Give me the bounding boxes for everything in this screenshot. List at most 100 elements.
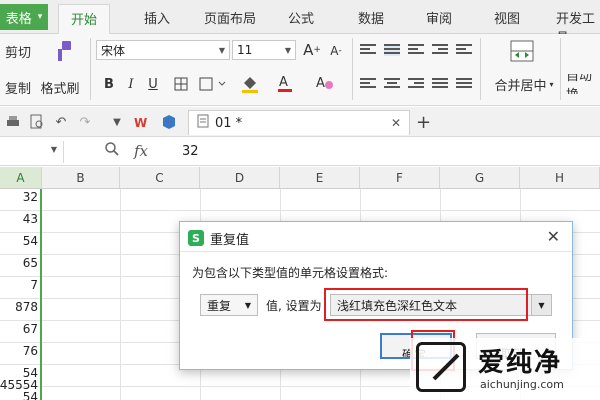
bold-button[interactable]: B xyxy=(100,74,118,94)
decrease-font-button[interactable]: A- xyxy=(326,42,346,60)
column-header-h[interactable]: H xyxy=(520,167,600,189)
format-painter-icon xyxy=(52,38,76,64)
dialog-description: 为包含以下类型值的单元格设置格式: xyxy=(192,266,389,280)
column-header-f[interactable]: F xyxy=(360,167,440,189)
chevron-down-icon: ▾ xyxy=(37,12,43,22)
document-tab-title: 01 * xyxy=(215,115,243,131)
app-menu-label: 表格 xyxy=(5,11,32,27)
fill-color-icon[interactable] xyxy=(238,72,268,94)
undo-icon[interactable]: ↶ xyxy=(52,113,70,131)
column-header-b[interactable]: B xyxy=(42,167,120,189)
quick-access-toolbar: ↶ ↷ ▼ W 01 * ✕ + xyxy=(0,107,600,137)
tab-formulas[interactable]: 公式 xyxy=(288,8,314,27)
function-icon[interactable]: fx xyxy=(134,142,148,160)
align-center-icon[interactable] xyxy=(384,78,400,90)
copy-label: 复制 xyxy=(4,81,31,97)
app-menu-button[interactable]: 表格 ▾ xyxy=(0,4,48,30)
close-icon[interactable]: ✕ xyxy=(391,116,401,130)
chevron-down-icon: ▼ xyxy=(284,45,291,55)
svg-text:A: A xyxy=(316,76,325,91)
font-color-icon[interactable]: A xyxy=(274,72,304,94)
merge-center-button[interactable]: 合并居中 ▾ xyxy=(490,74,558,94)
cell-a8[interactable]: 76 xyxy=(0,340,40,362)
underline-button[interactable]: U xyxy=(144,74,162,94)
align-left-icon[interactable] xyxy=(360,78,376,90)
tab-review[interactable]: 审阅 xyxy=(426,8,452,27)
cell-style-icon[interactable] xyxy=(196,74,232,94)
ribbon-divider xyxy=(352,38,353,100)
chevron-down-icon[interactable]: ▼ xyxy=(531,295,551,315)
indent-decrease-icon[interactable] xyxy=(432,44,448,56)
name-box[interactable]: ▼ xyxy=(0,141,64,163)
format-painter-label: 格式刷 xyxy=(40,81,80,97)
column-header-c[interactable]: C xyxy=(120,167,200,189)
wps-icon[interactable]: W xyxy=(134,113,152,131)
align-bottom-icon[interactable] xyxy=(408,44,424,56)
print-preview-icon[interactable] xyxy=(28,113,46,131)
print-icon[interactable] xyxy=(4,113,22,131)
tab-page-layout[interactable]: 页面布局 xyxy=(204,8,256,27)
tab-insert[interactable]: 插入 xyxy=(144,8,170,27)
auto-wrap-button[interactable]: 自动换 xyxy=(566,74,600,94)
chevron-down-icon: ▼ xyxy=(218,45,225,55)
cut-button[interactable]: 剪切 xyxy=(4,42,32,61)
svg-text:A: A xyxy=(279,75,288,90)
italic-label: I xyxy=(128,76,134,92)
zoom-icon[interactable] xyxy=(104,141,120,161)
decrease-font-label: A xyxy=(330,44,339,58)
cell-a6[interactable]: 878 xyxy=(0,296,40,318)
dialog-title: 重复值 xyxy=(210,233,250,248)
formula-bar: ▼ fx 32 xyxy=(0,138,600,166)
redo-icon[interactable]: ↷ xyxy=(76,113,94,131)
font-size-value: 11 xyxy=(237,43,253,57)
document-tab[interactable]: 01 * ✕ xyxy=(188,110,410,135)
cell-a1[interactable]: 32 xyxy=(0,186,40,208)
column-header-d[interactable]: D xyxy=(200,167,280,189)
tab-data[interactable]: 数据 xyxy=(358,8,384,27)
cell-a4[interactable]: 65 xyxy=(0,252,40,274)
ribbon-divider xyxy=(90,38,91,100)
align-right-icon[interactable] xyxy=(408,78,424,90)
tab-home[interactable]: 开始 xyxy=(58,4,111,35)
indent-increase-icon[interactable] xyxy=(456,44,472,56)
chevron-down-icon: ▾ xyxy=(549,79,554,89)
copy-button[interactable]: 复制 xyxy=(4,78,32,97)
close-icon[interactable]: ✕ xyxy=(547,227,560,246)
format-painter-button[interactable]: 格式刷 xyxy=(38,78,82,97)
increase-font-label: A xyxy=(303,41,314,59)
ribbon-home-panel: 剪切 复制 格式刷 宋体 ▼ 11 ▼ A + A- B I U A A 合并居… xyxy=(0,34,600,106)
rule-type-select[interactable]: 重复 ▼ xyxy=(200,294,258,316)
customize-icon[interactable]: ▼ xyxy=(108,113,126,131)
watermark: 爱纯净 aichunjing.com xyxy=(410,338,600,400)
increase-font-button[interactable]: A + xyxy=(302,40,322,60)
font-size-select[interactable]: 11 ▼ xyxy=(232,40,296,60)
dialog-title-bar[interactable]: S 重复值 ✕ xyxy=(180,222,572,252)
column-header-e[interactable]: E xyxy=(280,167,360,189)
borders-icon[interactable] xyxy=(170,74,192,94)
column-header-g[interactable]: G xyxy=(440,167,520,189)
chevron-down-icon: ▼ xyxy=(244,300,251,310)
cell-a5[interactable]: 7 xyxy=(0,274,40,296)
font-name-select[interactable]: 宋体 ▼ xyxy=(96,40,230,60)
align-top-icon[interactable] xyxy=(360,44,376,56)
merge-center-icon xyxy=(508,38,536,64)
cell-a7[interactable]: 67 xyxy=(0,318,40,340)
italic-button[interactable]: I xyxy=(122,74,140,94)
cell-a11[interactable]: 54 xyxy=(0,386,40,400)
distributed-icon[interactable] xyxy=(456,78,472,90)
justify-icon[interactable] xyxy=(432,78,448,90)
auto-wrap-label: 自动换 xyxy=(566,74,593,94)
ribbon-divider xyxy=(560,38,561,100)
formula-input[interactable]: 32 xyxy=(182,144,199,159)
bold-label: B xyxy=(104,76,114,92)
cube-icon[interactable] xyxy=(160,113,178,131)
tab-view[interactable]: 视图 xyxy=(494,8,520,27)
clear-format-icon[interactable]: A xyxy=(312,72,346,94)
gridline xyxy=(120,189,121,400)
cell-a2[interactable]: 43 xyxy=(0,208,40,230)
cell-a3[interactable]: 54 xyxy=(0,230,40,252)
new-tab-icon[interactable]: + xyxy=(416,112,431,133)
watermark-title: 爱纯净 xyxy=(478,348,563,378)
wps-spreadsheet-icon: S xyxy=(188,230,204,246)
align-middle-icon[interactable] xyxy=(384,44,400,56)
